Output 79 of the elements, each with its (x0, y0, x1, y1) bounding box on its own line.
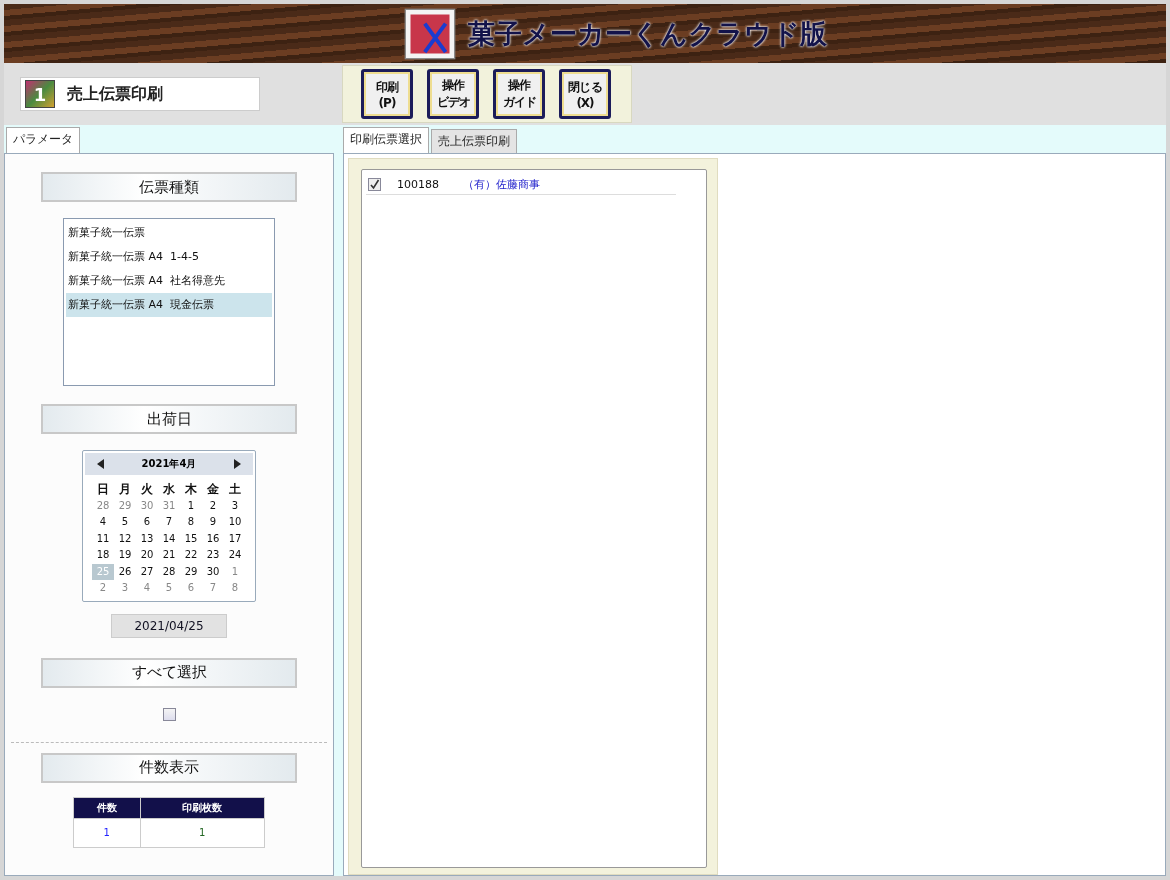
next-month-icon[interactable] (233, 459, 241, 469)
section-heading: 出荷日 (41, 404, 297, 434)
calendar-day[interactable]: 14 (158, 530, 180, 547)
calendar-day[interactable]: 7 (202, 580, 224, 597)
calendar-day[interactable]: 3 (224, 497, 246, 514)
calendar-day[interactable]: 8 (224, 580, 246, 597)
customer-name: （有）佐藤商事 (463, 176, 540, 192)
calendar-day[interactable]: 26 (114, 563, 136, 580)
tab[interactable]: パラメータ (6, 127, 80, 153)
tab[interactable]: 印刷伝票選択 (343, 127, 429, 153)
calendar-day[interactable]: 4 (136, 580, 158, 597)
calendar-day[interactable]: 7 (158, 514, 180, 531)
date-field[interactable]: 2021/04/25 (111, 613, 227, 638)
calendar-day[interactable]: 30 (202, 563, 224, 580)
calendar-day[interactable]: 20 (136, 547, 158, 564)
calendar-day[interactable]: 27 (136, 563, 158, 580)
calendar-day[interactable]: 19 (114, 547, 136, 564)
weekday-label: 火 (140, 481, 154, 498)
calendar-day[interactable]: 5 (114, 514, 136, 531)
calendar-day[interactable]: 5 (158, 580, 180, 597)
weekday-label: 木 (184, 481, 198, 498)
calendar-day[interactable]: 6 (180, 580, 202, 597)
toolbar-button[interactable]: 操作 ガイド (493, 69, 545, 119)
calendar-day[interactable]: 2 (202, 497, 224, 514)
column-header: 件数 (73, 797, 141, 818)
calendar-day[interactable]: 22 (180, 547, 202, 564)
calendar-day[interactable]: 12 (114, 530, 136, 547)
table-cell: 1 (73, 818, 141, 847)
calendar-day[interactable]: 30 (136, 497, 158, 514)
calendar-day[interactable]: 11 (92, 530, 114, 547)
list-item[interactable]: 新菓子統一伝票 A4 1-4-5 (66, 245, 272, 269)
logo-icon (403, 7, 456, 60)
app-title: 菓子メーカーくんクラウド版 (467, 16, 827, 51)
weekday-label: 月 (118, 481, 132, 498)
screen-title: 売上伝票印刷 (67, 83, 163, 105)
table-cell: 1 (140, 818, 265, 847)
select-all-checkbox[interactable] (162, 708, 176, 721)
slip-checkbox[interactable] (368, 177, 381, 191)
calendar-day[interactable]: 28 (158, 563, 180, 580)
calendar-day[interactable]: 18 (92, 547, 114, 564)
slip-number: 100188 (397, 177, 439, 191)
calendar-month: 2021年4月 (141, 457, 197, 471)
weekday-label: 水 (162, 481, 176, 498)
section-heading: 件数表示 (41, 752, 297, 783)
calendar-day[interactable]: 2 (92, 580, 114, 597)
list-item[interactable]: 新菓子統一伝票 A4 社名得意先 (66, 269, 272, 293)
previous-month-icon[interactable] (97, 459, 105, 469)
calendar-day[interactable]: 16 (202, 530, 224, 547)
calendar-day[interactable]: 29 (180, 563, 202, 580)
calendar-day[interactable]: 10 (224, 514, 246, 531)
calendar-day[interactable]: 29 (114, 497, 136, 514)
calendar-day[interactable]: 4 (92, 514, 114, 531)
section-heading: 伝票種類 (41, 172, 297, 202)
calendar-day[interactable]: 17 (224, 530, 246, 547)
calendar-day[interactable]: 9 (202, 514, 224, 531)
calendar-day[interactable]: 13 (136, 530, 158, 547)
list-item[interactable]: 新菓子統一伝票 (66, 221, 272, 245)
calendar-day[interactable]: 15 (180, 530, 202, 547)
screen-number-badge: 1 (25, 80, 55, 108)
calendar-day[interactable]: 1 (180, 497, 202, 514)
calendar-day[interactable]: 6 (136, 514, 158, 531)
calendar-day[interactable]: 8 (180, 514, 202, 531)
toolbar-button[interactable]: 操作 ビデオ (427, 69, 479, 119)
calendar-day[interactable]: 1 (224, 563, 246, 580)
weekday-label: 土 (228, 481, 242, 498)
weekday-label: 日 (96, 481, 110, 498)
calendar-day[interactable]: 24 (224, 547, 246, 564)
calendar-day[interactable]: 3 (114, 580, 136, 597)
calendar-day[interactable]: 28 (92, 497, 114, 514)
toolbar-button[interactable]: 印刷 (P) (361, 69, 413, 119)
calendar-day[interactable]: 31 (158, 497, 180, 514)
weekday-label: 金 (206, 481, 220, 498)
calendar-day[interactable]: 23 (202, 547, 224, 564)
section-heading: すべて選択 (41, 657, 297, 688)
toolbar-button[interactable]: 閉じる (X) (559, 69, 611, 119)
calendar-day[interactable]: 21 (158, 547, 180, 564)
column-header: 印刷枚数 (140, 797, 265, 818)
list-item[interactable]: 新菓子統一伝票 A4 現金伝票 (66, 293, 272, 317)
tab[interactable]: 売上伝票印刷 (431, 129, 517, 153)
